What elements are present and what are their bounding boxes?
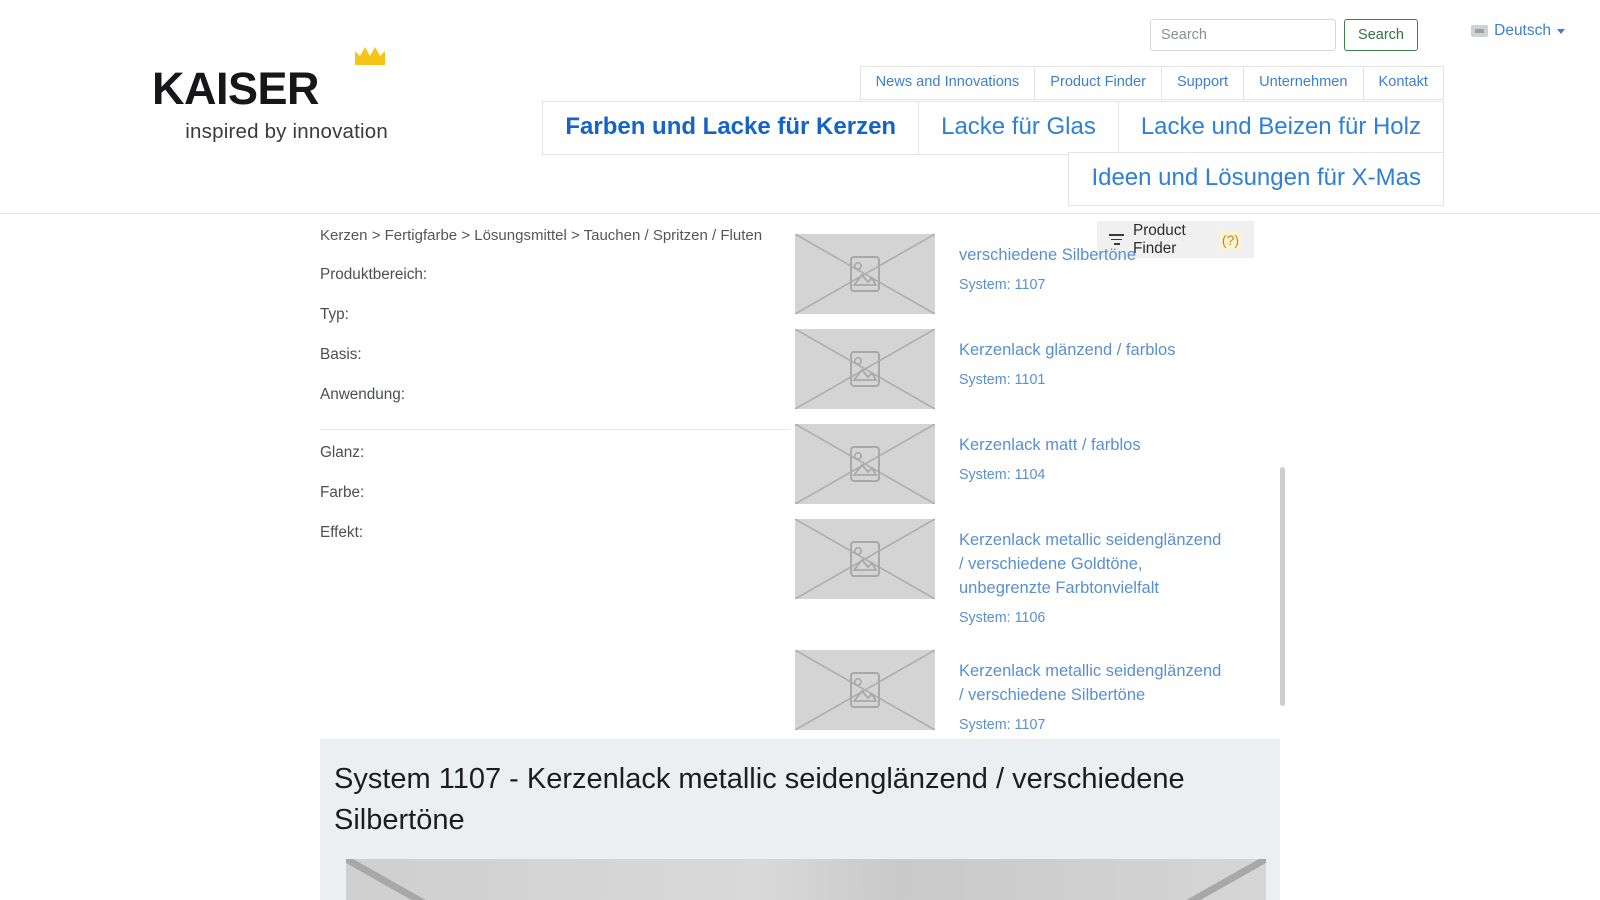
page-root: Search Deutsch KAISER inspired by innova… [0, 0, 1600, 900]
main-nav-item-lacke-und-beizen-fuer-holz[interactable]: Lacke und Beizen für Holz [1118, 101, 1444, 155]
language-label: Deutsch [1494, 22, 1551, 40]
site-logo[interactable]: KAISER inspired by innovation [152, 66, 412, 144]
product-system: System: 1107 [959, 277, 1136, 293]
page-title: System 1107 - Kerzenlack metallic seiden… [334, 759, 1266, 841]
filter-label-basis: Basis: [320, 345, 790, 385]
list-item-info: Kerzenlack matt / farblos System: 1104 [959, 424, 1141, 483]
list-item-info: Kerzenlack metallic seidenglänzend / ver… [959, 519, 1224, 626]
filter-label-glanz: Glanz: [320, 443, 790, 483]
product-system: System: 1107 [959, 717, 1224, 733]
main-nav-item-lacke-fuer-glas[interactable]: Lacke für Glas [918, 101, 1118, 155]
main-nav-item-farben-und-lacke-fuer-kerzen[interactable]: Farben und Lacke für Kerzen [542, 101, 918, 155]
search-button[interactable]: Search [1344, 19, 1418, 51]
nav-item-support[interactable]: Support [1161, 66, 1243, 100]
image-placeholder-icon [795, 424, 935, 504]
main-nav-row-1: Farben und Lacke für Kerzen Lacke für Gl… [542, 101, 1444, 155]
filter-label-typ: Typ: [320, 305, 790, 345]
nav-item-kontakt[interactable]: Kontakt [1363, 66, 1445, 100]
nav-item-product-finder[interactable]: Product Finder [1034, 66, 1161, 100]
filter-panel: Produktbereich: Typ: Basis: Anwendung: G… [320, 265, 790, 563]
product-title[interactable]: Kerzenlack matt / farblos [959, 433, 1141, 457]
image-placeholder-icon [795, 329, 935, 409]
image-placeholder-icon [346, 859, 1266, 900]
logo-tagline: inspired by innovation [152, 120, 388, 144]
chevron-down-icon [1557, 29, 1565, 34]
breadcrumb[interactable]: Kerzen > Fertigfarbe > Lösungsmittel > T… [320, 227, 762, 244]
detail-panel: System 1107 - Kerzenlack metallic seiden… [320, 739, 1280, 900]
list-item-info: verschiedene Silbertöne System: 1107 [959, 234, 1136, 293]
search-input[interactable] [1150, 19, 1336, 51]
list-item[interactable]: Kerzenlack metallic seidenglänzend / ver… [795, 650, 1270, 748]
list-item[interactable]: verschiedene Silbertöne System: 1107 [795, 234, 1270, 329]
list-item[interactable]: Kerzenlack metallic seidenglänzend / ver… [795, 519, 1270, 641]
product-system: System: 1106 [959, 610, 1224, 626]
main-nav-row-2: Ideen und Lösungen für X-Mas [1068, 152, 1444, 206]
list-item-info: Kerzenlack glänzend / farblos System: 11… [959, 329, 1175, 388]
nav-item-unternehmen[interactable]: Unternehmen [1243, 66, 1362, 100]
product-title[interactable]: Kerzenlack glänzend / farblos [959, 338, 1175, 362]
filter-label-effekt: Effekt: [320, 523, 790, 563]
filter-label-anwendung: Anwendung: [320, 385, 790, 425]
product-list: verschiedene Silbertöne System: 1107 Ker… [795, 258, 1270, 748]
logo-wordmark: KAISER [152, 66, 412, 111]
product-title[interactable]: Kerzenlack metallic seidenglänzend / ver… [959, 659, 1224, 707]
image-placeholder-icon [795, 650, 935, 730]
list-item[interactable]: Kerzenlack matt / farblos System: 1104 [795, 424, 1270, 519]
filter-label-produktbereich: Produktbereich: [320, 265, 790, 305]
list-item[interactable]: Kerzenlack glänzend / farblos System: 11… [795, 329, 1270, 424]
image-placeholder-icon [795, 234, 935, 314]
list-item-info: Kerzenlack metallic seidenglänzend / ver… [959, 650, 1224, 733]
product-system: System: 1101 [959, 372, 1175, 388]
flag-icon [1471, 25, 1488, 37]
filter-label-farbe: Farbe: [320, 483, 790, 523]
product-list-scrollbar[interactable] [1280, 467, 1285, 706]
product-title[interactable]: verschiedene Silbertöne [959, 243, 1136, 267]
product-title[interactable]: Kerzenlack metallic seidenglänzend / ver… [959, 528, 1224, 600]
nav-item-news-and-innovations[interactable]: News and Innovations [860, 66, 1035, 100]
filter-divider [320, 429, 790, 430]
language-selector[interactable]: Deutsch [1471, 22, 1565, 40]
site-header: Search Deutsch KAISER inspired by innova… [0, 0, 1600, 214]
main-nav-item-ideen-und-loesungen-fuer-x-mas[interactable]: Ideen und Lösungen für X-Mas [1068, 152, 1444, 206]
image-placeholder-icon [795, 519, 935, 599]
product-system: System: 1104 [959, 467, 1141, 483]
search-form: Search [1150, 19, 1418, 51]
crown-icon [355, 47, 385, 65]
utility-nav: News and Innovations Product Finder Supp… [860, 66, 1444, 100]
